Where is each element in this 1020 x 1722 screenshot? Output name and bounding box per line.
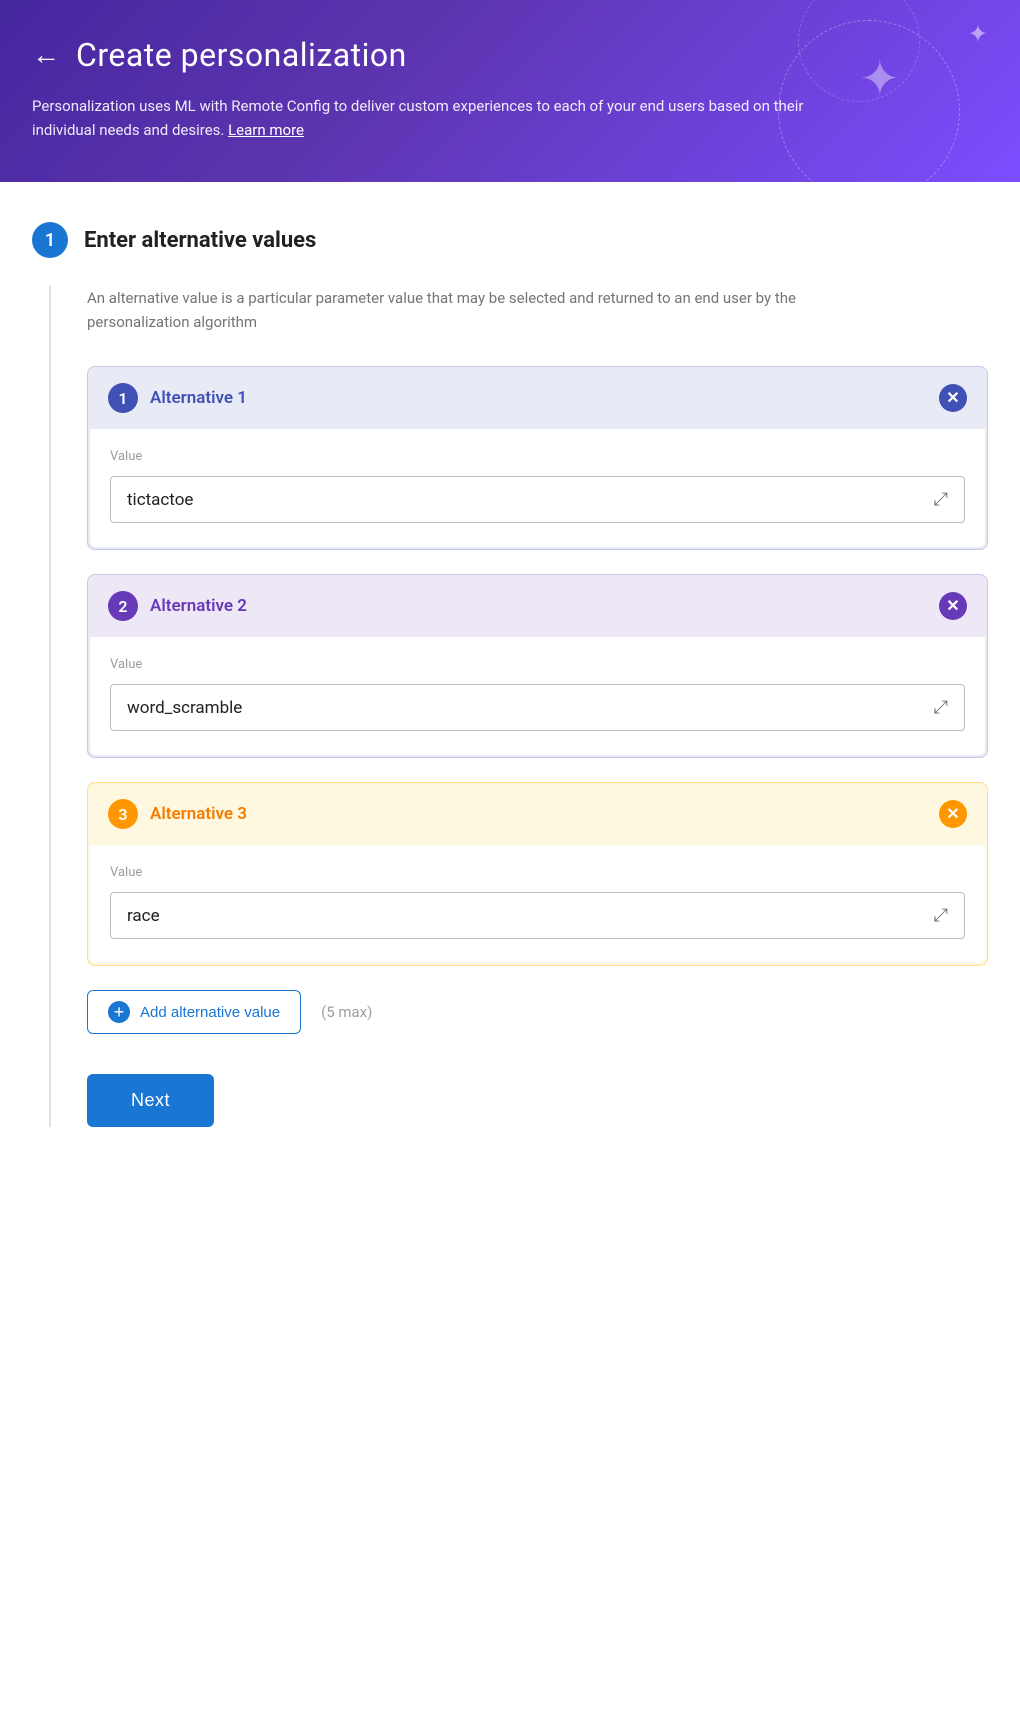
alt-card-body-2: Value word_scramble ⤢ (90, 637, 985, 755)
add-plus-icon: + (108, 1001, 130, 1023)
alt-badge-2: 2 (108, 591, 138, 621)
page-title: Create personalization (76, 36, 407, 74)
alternative-card-3: 3 Alternative 3 ✕ Value race ⤢ (87, 782, 988, 966)
step-header: 1 Enter alternative values (32, 222, 988, 258)
alternative-card-1: 1 Alternative 1 ✕ Value tictactoe ⤢ (87, 366, 988, 550)
alt-badge-3: 3 (108, 799, 138, 829)
next-button[interactable]: Next (87, 1074, 214, 1127)
add-alternative-label: Add alternative value (140, 1004, 280, 1021)
step-content: An alternative value is a particular par… (49, 286, 988, 1127)
value-label-2: Value (110, 657, 965, 672)
alt-title-row-3: 3 Alternative 3 (108, 799, 247, 829)
remove-alternative-2-button[interactable]: ✕ (939, 592, 967, 620)
alt-label-3: Alternative 3 (150, 804, 247, 824)
step-badge: 1 (32, 222, 68, 258)
value-input-wrapper-2[interactable]: word_scramble ⤢ (110, 684, 965, 731)
header-description: Personalization uses ML with Remote Conf… (32, 94, 812, 142)
value-label-3: Value (110, 865, 965, 880)
alternative-card-2: 2 Alternative 2 ✕ Value word_scramble ⤢ (87, 574, 988, 758)
expand-icon-3[interactable]: ⤢ (934, 905, 948, 926)
value-input-wrapper-3[interactable]: race ⤢ (110, 892, 965, 939)
alt-card-body-1: Value tictactoe ⤢ (90, 429, 985, 547)
remove-alternative-3-button[interactable]: ✕ (939, 800, 967, 828)
page-header: ← Create personalization Personalization… (0, 0, 1020, 182)
expand-icon-1[interactable]: ⤢ (934, 489, 948, 510)
alt-title-row-1: 1 Alternative 1 (108, 383, 247, 413)
step-description: An alternative value is a particular par… (87, 286, 867, 334)
add-alternative-row: + Add alternative value (5 max) (87, 990, 988, 1034)
add-alternative-button[interactable]: + Add alternative value (87, 990, 301, 1034)
value-input-3[interactable]: race (127, 906, 160, 926)
alt-title-row-2: 2 Alternative 2 (108, 591, 247, 621)
alt-card-header-3: 3 Alternative 3 ✕ (88, 783, 987, 845)
back-button[interactable]: ← (32, 41, 60, 69)
max-label: (5 max) (321, 1003, 372, 1021)
sparkle-small-icon: ✦ (968, 20, 988, 48)
alt-label-1: Alternative 1 (150, 388, 247, 408)
main-content: 1 Enter alternative values An alternativ… (0, 182, 1020, 1722)
alt-card-body-3: Value race ⤢ (90, 845, 985, 963)
value-input-wrapper-1[interactable]: tictactoe ⤢ (110, 476, 965, 523)
step-title: Enter alternative values (84, 228, 316, 253)
expand-icon-2[interactable]: ⤢ (934, 697, 948, 718)
alt-card-header-1: 1 Alternative 1 ✕ (88, 367, 987, 429)
learn-more-link[interactable]: Learn more (228, 121, 304, 139)
sparkle-large-icon: ✦ (860, 50, 900, 107)
value-input-2[interactable]: word_scramble (127, 698, 242, 718)
alt-label-2: Alternative 2 (150, 596, 247, 616)
value-input-1[interactable]: tictactoe (127, 490, 193, 510)
remove-alternative-1-button[interactable]: ✕ (939, 384, 967, 412)
alt-card-header-2: 2 Alternative 2 ✕ (88, 575, 987, 637)
value-label-1: Value (110, 449, 965, 464)
alt-badge-1: 1 (108, 383, 138, 413)
